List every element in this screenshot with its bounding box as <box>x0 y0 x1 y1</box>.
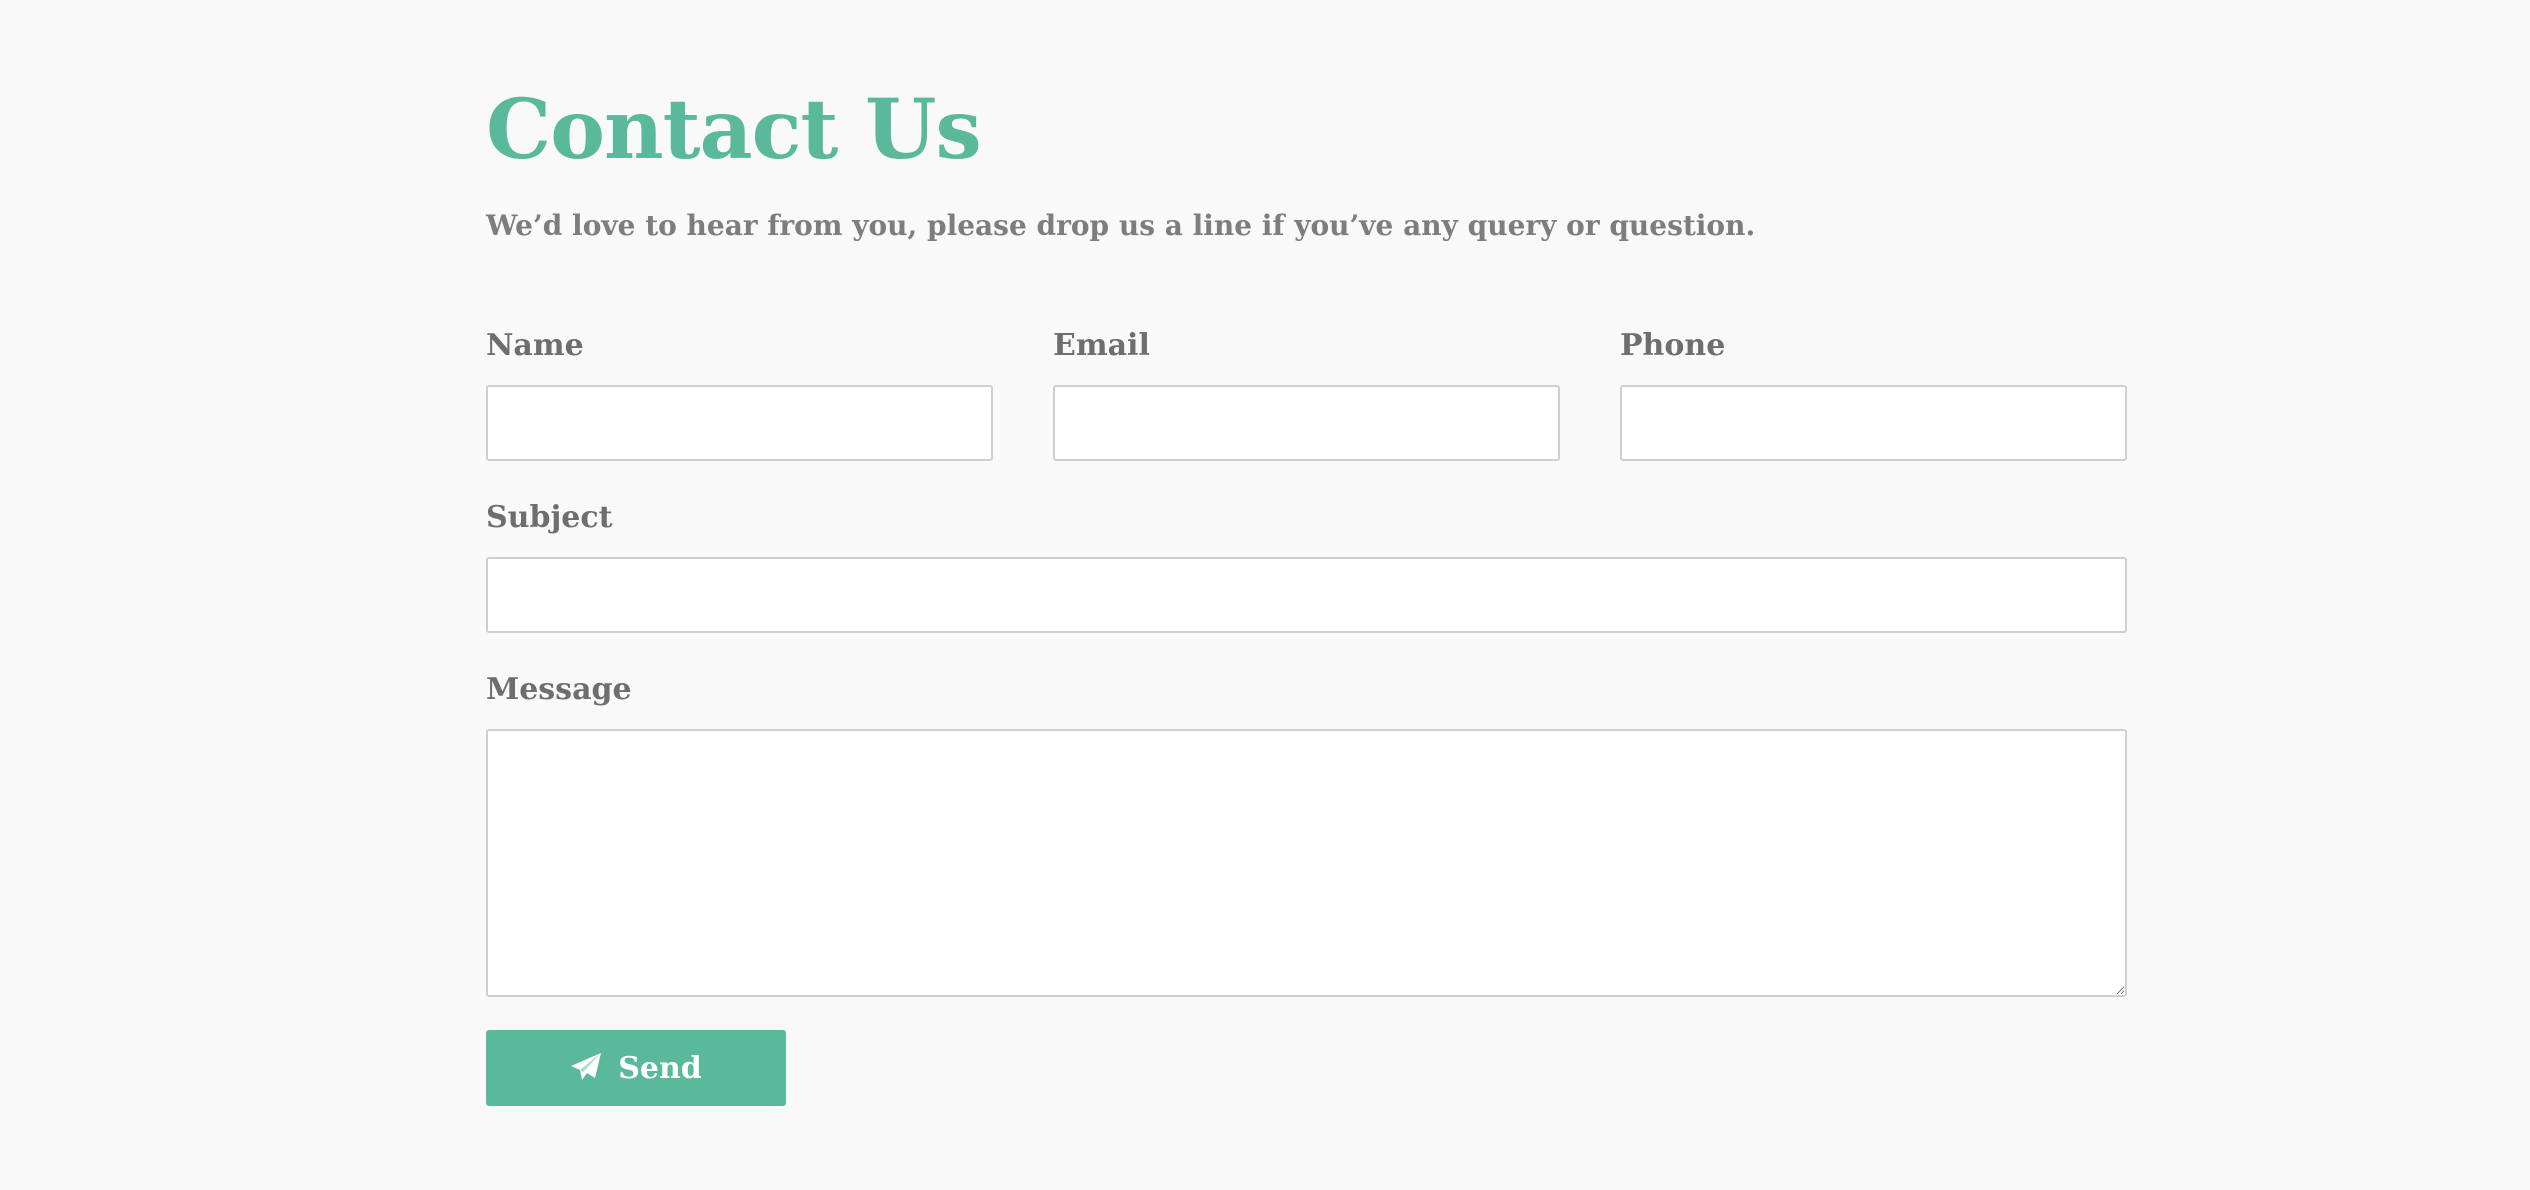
subject-label: Subject <box>486 500 613 535</box>
page-subtitle: We’d love to hear from you, please drop … <box>486 209 1756 242</box>
paper-plane-icon <box>570 1052 602 1084</box>
name-label: Name <box>486 328 584 363</box>
page-title: Contact Us <box>486 82 982 178</box>
send-button[interactable]: Send <box>486 1030 786 1106</box>
email-label: Email <box>1053 328 1150 363</box>
phone-input[interactable] <box>1620 385 2127 461</box>
email-input[interactable] <box>1053 385 1560 461</box>
subject-input[interactable] <box>486 557 2127 633</box>
phone-label: Phone <box>1620 328 1726 363</box>
name-input[interactable] <box>486 385 993 461</box>
message-label: Message <box>486 672 632 707</box>
message-textarea[interactable] <box>486 729 2127 997</box>
send-label: Send <box>618 1050 702 1086</box>
